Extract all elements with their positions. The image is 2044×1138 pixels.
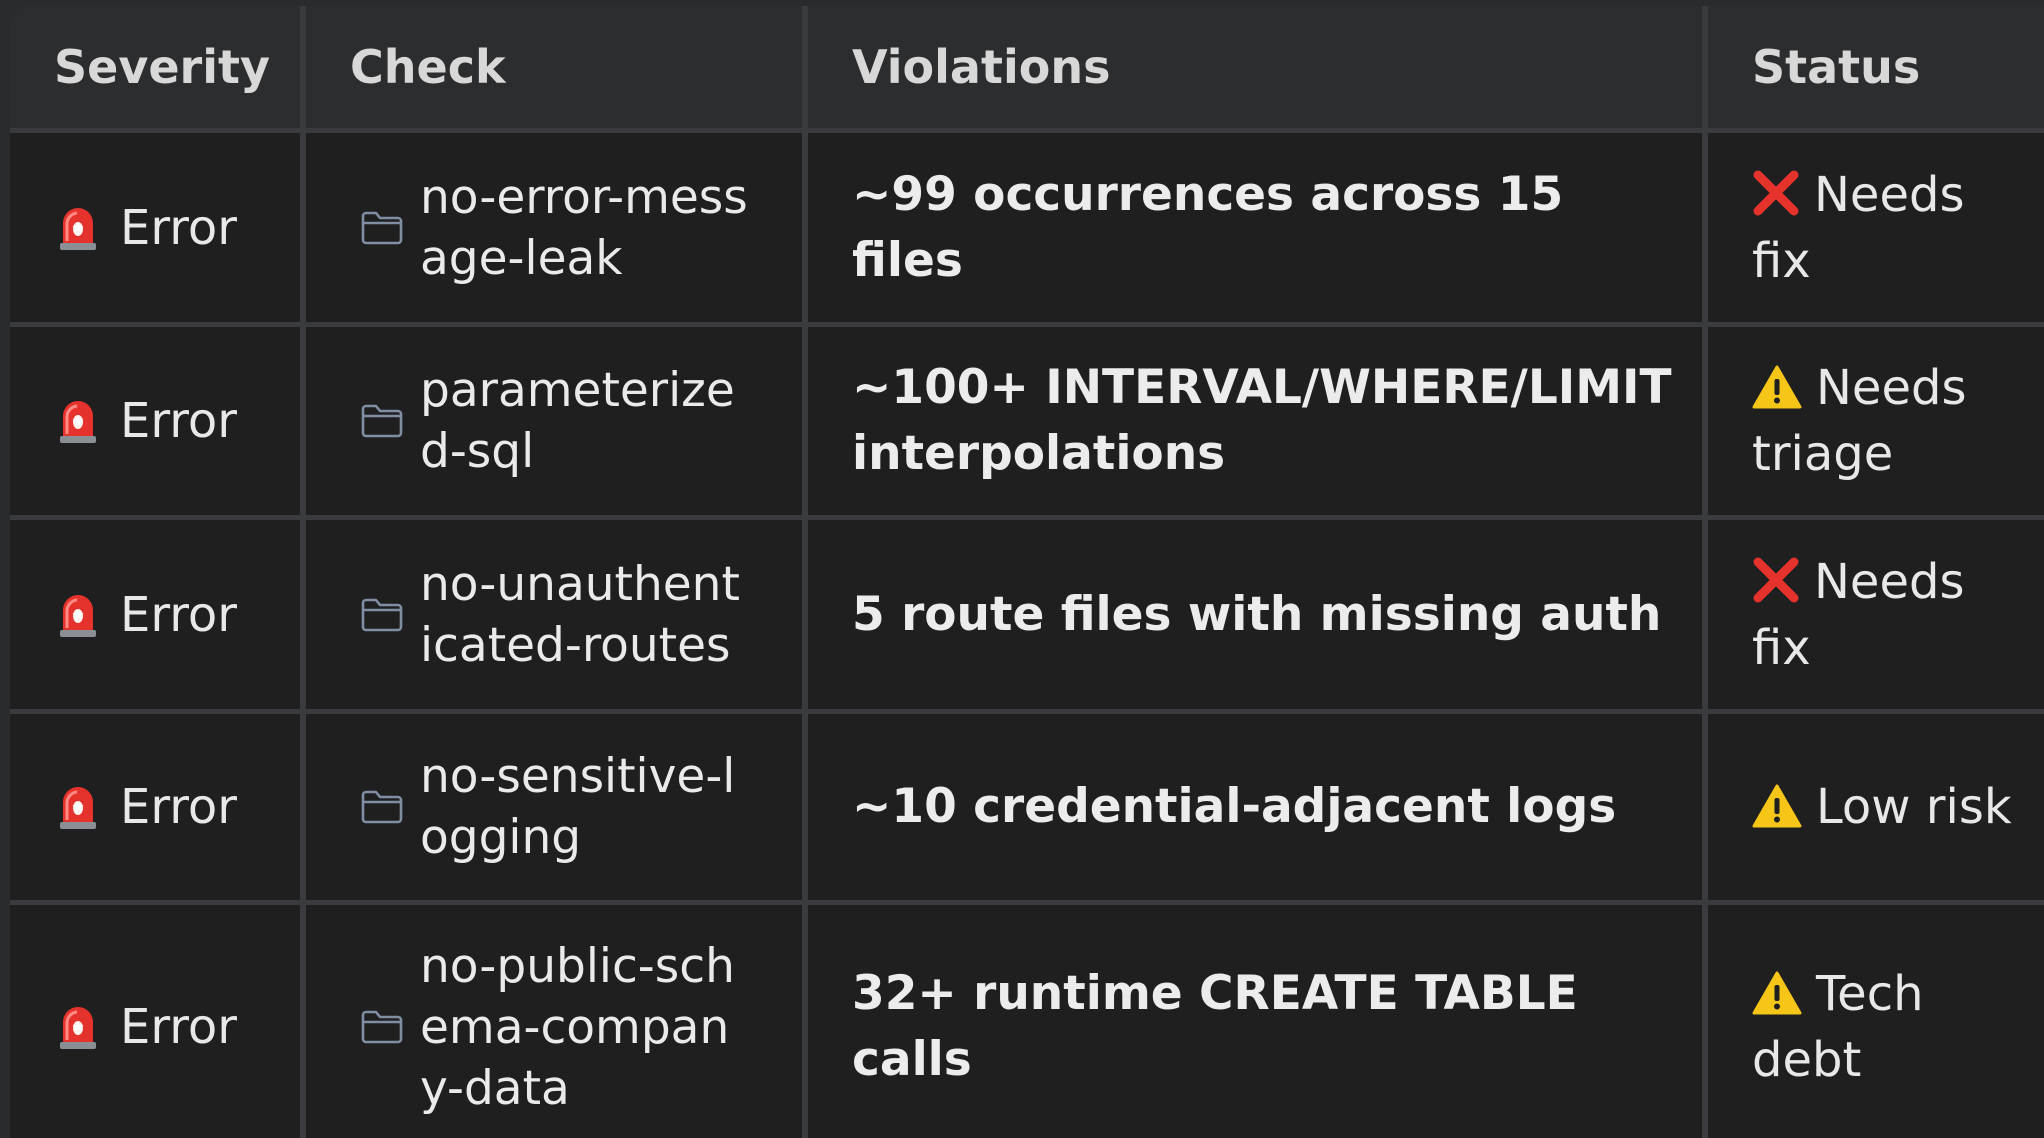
violations-text: 5 route files with missing auth: [852, 586, 1662, 642]
status-cell: Needs triage: [1708, 327, 2044, 515]
severity-cell: Error: [10, 714, 300, 900]
siren-icon: [60, 1007, 96, 1049]
siren-icon: [60, 401, 96, 443]
status-cell: Needs fix: [1708, 520, 2044, 709]
check-name: no-public-schema-company-data: [420, 938, 735, 1116]
status-label: Low risk: [1816, 779, 2012, 835]
warning-icon: [1752, 784, 1802, 828]
violations-text: 32+ runtime CREATE TABLE calls: [852, 966, 1578, 1087]
header-violations: Violations: [808, 6, 1702, 128]
status-text-wrap: Needs fix: [1752, 549, 2036, 681]
status-text-wrap: Needs triage: [1752, 355, 2036, 487]
severity-label: Error: [120, 999, 237, 1055]
violations-cell: ~100+ INTERVAL/WHERE/LIMIT interpolation…: [808, 327, 1702, 515]
status-cell: Needs fix: [1708, 133, 2044, 322]
violations-cell: ~99 occurrences across 15 files: [808, 133, 1702, 322]
warning-icon: [1752, 971, 1802, 1015]
severity-cell: Error: [10, 133, 300, 322]
siren-icon: [60, 787, 96, 829]
check-cell: no-error-message-leak: [306, 133, 802, 322]
folder-icon: [361, 598, 403, 631]
severity-label: Error: [120, 393, 237, 449]
violations-text: ~100+ INTERVAL/WHERE/LIMIT interpolation…: [852, 360, 1672, 481]
violations-cell: 32+ runtime CREATE TABLE calls: [808, 905, 1702, 1138]
cross-mark-icon: [1753, 557, 1799, 602]
header-check: Check: [306, 6, 802, 128]
status-text-wrap: Tech debt: [1752, 961, 2036, 1093]
check-cell: parameterized-sql: [306, 327, 802, 515]
siren-icon: [60, 594, 96, 637]
violations-cell: 5 route files with missing auth: [808, 520, 1702, 709]
folder-icon: [361, 404, 403, 438]
check-name: no-error-message-leak: [420, 169, 748, 286]
siren-icon: [60, 207, 96, 250]
severity-cell: Error: [10, 327, 300, 515]
check-cell: no-public-schema-company-data: [306, 905, 802, 1138]
severity-cell: Error: [10, 520, 300, 709]
status-cell: Low risk: [1708, 714, 2044, 900]
folder-icon: [361, 1010, 403, 1044]
check-name: no-sensitive-logging: [420, 749, 736, 865]
severity-cell: Error: [10, 905, 300, 1138]
header-status: Status: [1708, 6, 2044, 128]
table-grid: Severity Check Violations Status Error n…: [10, 6, 2044, 1138]
status-cell: Tech debt: [1708, 905, 2044, 1138]
folder-icon: [361, 211, 403, 244]
violations-text: ~99 occurrences across 15 files: [852, 166, 1564, 288]
severity-label: Error: [120, 199, 237, 256]
folder-icon: [361, 790, 403, 824]
violations-cell: ~10 credential-adjacent logs: [808, 714, 1702, 900]
check-name: no-unauthenticated-routes: [420, 556, 740, 673]
violations-text: ~10 credential-adjacent logs: [852, 779, 1617, 834]
status-text-wrap: Needs fix: [1752, 162, 2036, 294]
severity-label: Error: [120, 586, 237, 643]
warning-icon: [1752, 365, 1802, 409]
lint-results-table: Severity Check Violations Status Error n…: [10, 6, 2044, 1138]
severity-label: Error: [120, 779, 237, 835]
check-cell: no-sensitive-logging: [306, 714, 802, 900]
cross-mark-icon: [1753, 170, 1799, 215]
header-severity: Severity: [10, 6, 300, 128]
status-text-wrap: Low risk: [1752, 774, 2012, 840]
check-name: parameterized-sql: [420, 363, 735, 479]
check-cell: no-unauthenticated-routes: [306, 520, 802, 709]
